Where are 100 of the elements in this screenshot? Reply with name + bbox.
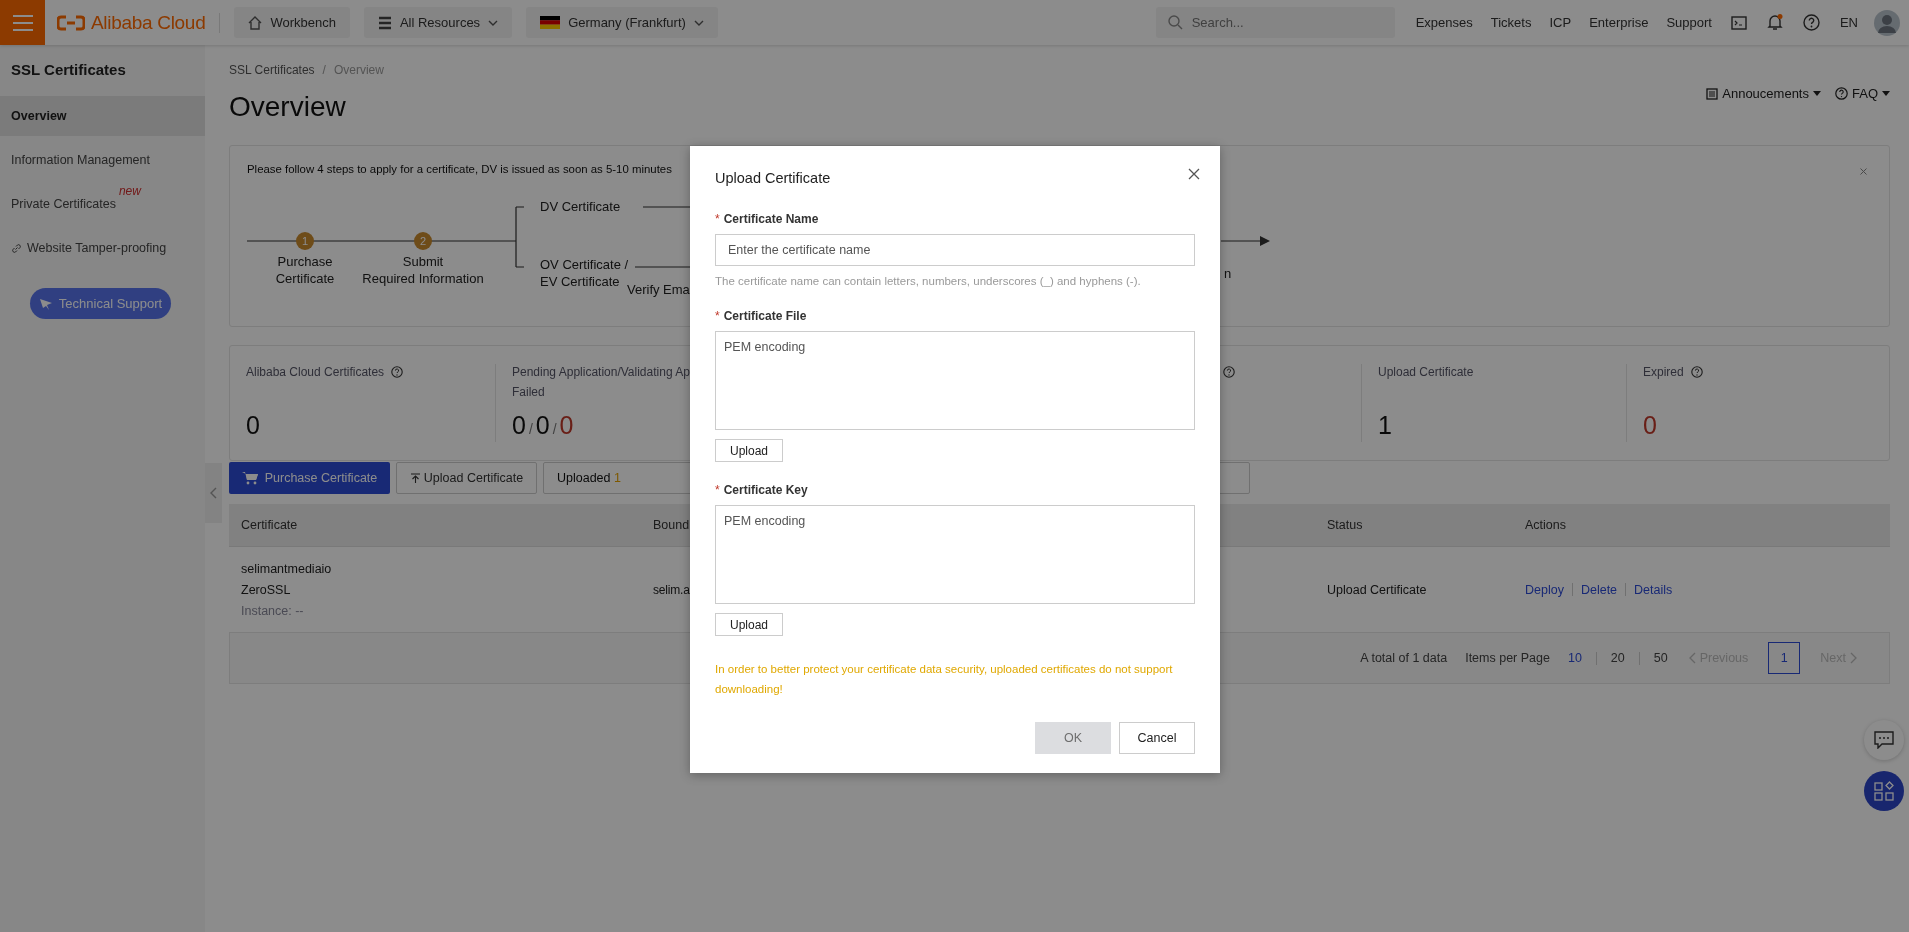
help-icon[interactable] xyxy=(1223,366,1235,378)
apps-button[interactable] xyxy=(1864,771,1904,811)
page-size-option[interactable]: 50 xyxy=(1653,651,1668,665)
stat-label: Expired xyxy=(1643,365,1684,379)
action-link[interactable]: Deploy xyxy=(1525,582,1564,597)
sidebar-item[interactable]: Information Management xyxy=(0,138,205,182)
tab[interactable]: Uploaded 1 xyxy=(544,463,634,493)
header-link[interactable]: FAQ xyxy=(1835,86,1890,101)
step-number: 2 xyxy=(414,232,432,250)
upload-button[interactable]: Upload xyxy=(715,439,783,462)
close-icon[interactable] xyxy=(1188,168,1200,180)
stat-value: 0 xyxy=(559,411,574,440)
column-header: Status xyxy=(1327,518,1363,532)
chat-button[interactable] xyxy=(1864,720,1904,760)
step-label: Submit Required Information xyxy=(362,253,484,287)
search-icon xyxy=(1167,15,1183,30)
nav-button[interactable]: All Resources xyxy=(363,7,513,38)
logo-icon xyxy=(57,14,85,31)
cart-icon xyxy=(241,471,258,485)
top-link[interactable]: Support xyxy=(1666,15,1712,30)
chevron-left-icon xyxy=(210,487,217,499)
stat-value: 0 xyxy=(246,411,260,440)
table-cell: ZeroSSL xyxy=(241,582,291,597)
help-icon[interactable] xyxy=(1690,366,1703,378)
upload-certificate-button[interactable]: Upload Certificate xyxy=(396,462,537,494)
step-label: n xyxy=(1224,266,1232,281)
nav-button[interactable]: Workbench xyxy=(234,7,350,38)
table-cell: selim.a xyxy=(653,582,690,597)
help-icon[interactable] xyxy=(1802,14,1820,31)
value-separator: / xyxy=(552,421,557,437)
logo-text[interactable]: Alibaba Cloud xyxy=(91,11,206,34)
certificate-name-input[interactable]: Enter the certificate name xyxy=(715,234,1195,266)
upload-button[interactable]: Upload xyxy=(715,613,783,636)
step-label: Verify Ema xyxy=(627,282,690,297)
pem-text-area[interactable]: PEM encoding xyxy=(715,505,1195,604)
chat-icon xyxy=(1874,731,1894,749)
purchase-certificate-button[interactable]: Purchase Certificate xyxy=(229,462,390,494)
top-link[interactable]: Tickets xyxy=(1490,15,1532,30)
chevron-down-icon xyxy=(693,19,704,26)
stat-label: Alibaba Cloud Certificates xyxy=(246,365,385,379)
action-link[interactable]: Delete xyxy=(1580,582,1618,597)
action-link[interactable]: Details xyxy=(1634,582,1673,597)
chevron-right-icon xyxy=(1850,652,1858,664)
table-cell: Instance: -- xyxy=(241,603,304,618)
field-label: Certificate Name xyxy=(723,212,819,226)
chevron-down-icon xyxy=(488,19,499,26)
flag-icon xyxy=(540,16,561,29)
header-link[interactable]: Annoucements xyxy=(1706,86,1821,101)
top-link[interactable]: Expenses xyxy=(1415,15,1473,30)
nav-button[interactable]: Germany (Frankfurt) xyxy=(526,7,718,38)
breadcrumb-link[interactable]: SSL Certificates xyxy=(229,63,315,77)
caret-down-icon xyxy=(1882,91,1890,96)
language-link[interactable]: EN xyxy=(1839,15,1858,30)
sidebar-title: SSL Certificates xyxy=(10,60,127,80)
help-icon xyxy=(1835,87,1848,100)
pem-text-area[interactable]: PEM encoding xyxy=(715,331,1195,430)
avatar-icon[interactable] xyxy=(1874,9,1900,36)
home-icon xyxy=(248,15,263,30)
top-link[interactable]: ICP xyxy=(1549,15,1572,30)
notice-text: Please follow 4 steps to apply for a certificate, DV is issued as soon as 5-10 minutes xyxy=(247,163,672,175)
field-label: Certificate File xyxy=(723,309,807,323)
stat-label: Pending Application/Validating Ap xyxy=(512,365,690,379)
document-icon xyxy=(1706,87,1719,100)
value-separator: / xyxy=(528,421,533,437)
breadcrumb-separator: / xyxy=(322,63,326,77)
column-header: Bound xyxy=(653,518,690,532)
page-size-option[interactable]: 10 xyxy=(1567,651,1582,665)
stat-value: 0 xyxy=(1643,411,1657,440)
breadcrumb-link[interactable]: Overview xyxy=(333,63,384,77)
dialog-button[interactable]: Cancel xyxy=(1119,722,1195,754)
table-cell: selimantmediaio xyxy=(241,561,332,576)
search-field[interactable]: Search... xyxy=(1155,7,1395,38)
stat-value: 0 xyxy=(512,411,526,440)
caret-down-icon xyxy=(1813,91,1821,96)
page-button[interactable]: 1 xyxy=(1768,642,1801,674)
stat-label: Failed xyxy=(512,385,546,399)
terminal-icon[interactable] xyxy=(1730,15,1747,30)
page-size-option[interactable]: 20 xyxy=(1610,651,1625,665)
items-per-page-label: Items per Page xyxy=(1465,651,1550,665)
sidebar-item[interactable]: Website Tamper-proofing xyxy=(0,226,205,270)
dialog-title: Upload Certificate xyxy=(715,170,832,186)
branch-label: DV Certificate xyxy=(540,198,621,215)
collapse-handle[interactable] xyxy=(205,463,222,523)
column-header: Actions xyxy=(1525,518,1566,532)
field-label: Certificate Key xyxy=(723,483,808,497)
cursor-icon xyxy=(38,296,53,311)
sidebar-item[interactable]: Overview xyxy=(0,96,205,136)
total-count: A total of 1 data xyxy=(1360,651,1448,665)
list-icon xyxy=(377,15,392,30)
top-link[interactable]: Enterprise xyxy=(1589,15,1649,30)
step-number: 1 xyxy=(296,232,314,250)
stat-label: Upload Certificate xyxy=(1378,365,1474,379)
required-mark: * xyxy=(715,309,720,323)
technical-support-button[interactable]: Technical Support xyxy=(30,288,171,319)
bell-icon[interactable] xyxy=(1766,14,1783,31)
help-icon[interactable] xyxy=(391,366,404,378)
column-header: Certificate xyxy=(241,518,298,532)
menu-icon xyxy=(12,14,33,31)
required-mark: * xyxy=(715,483,720,497)
page-title: Overview xyxy=(229,91,346,123)
